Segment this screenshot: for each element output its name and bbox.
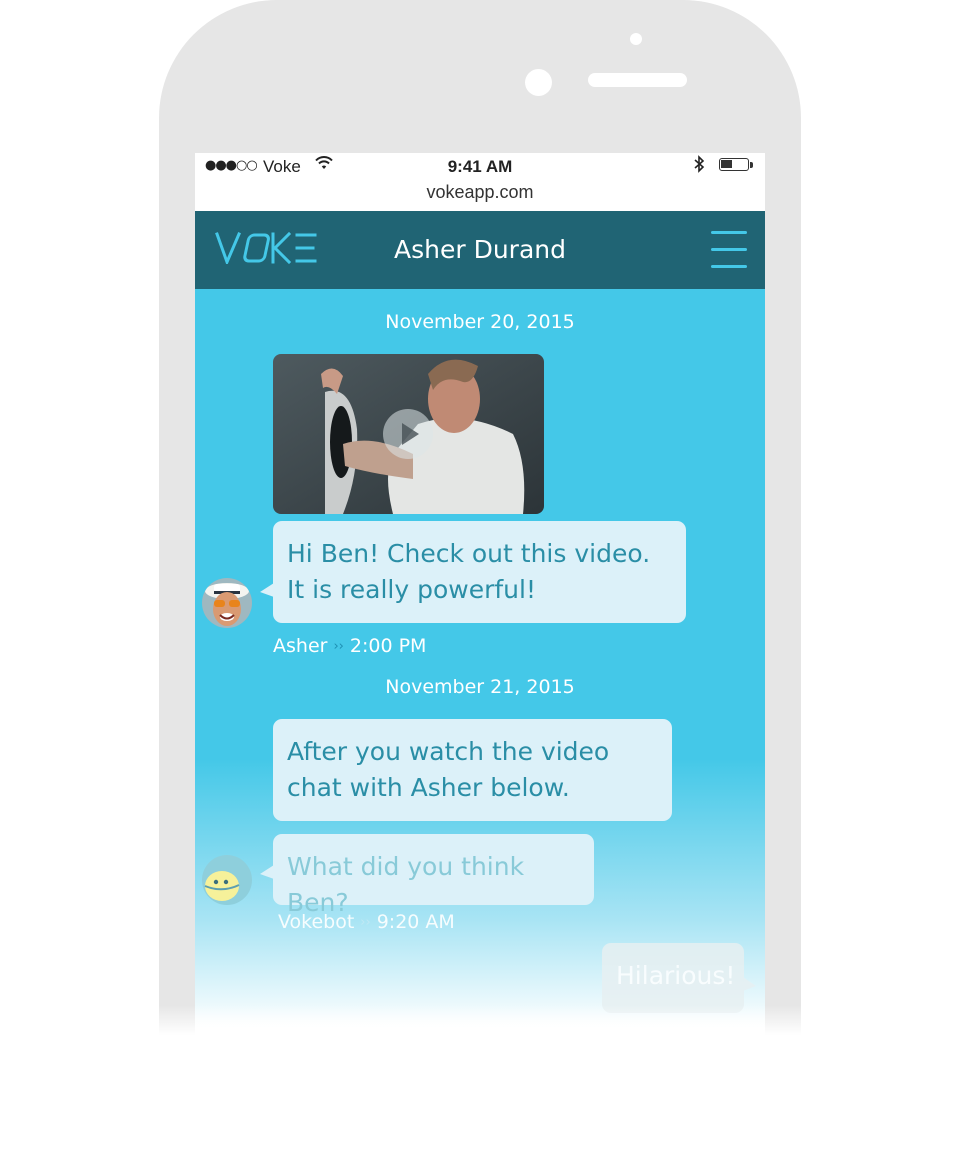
separator-icon: ›› [333, 639, 344, 654]
bluetooth-icon [693, 155, 705, 177]
asher-avatar[interactable] [202, 578, 252, 628]
message-meta-vokebot: Vokebot ›› 9:20 AM [278, 911, 455, 933]
message-bubble-asher: Hi Ben! Check out this video. It is real… [260, 521, 686, 623]
video-thumbnail[interactable] [273, 354, 544, 514]
message-bubble-vokebot-question: What did you think Ben? [260, 834, 594, 917]
message-meta-asher: Asher ›› 2:00 PM [273, 635, 426, 657]
date-divider: November 20, 2015 [385, 311, 575, 333]
message-time: 9:20 AM [376, 911, 455, 933]
message-text: After you watch the video chat with Ashe… [287, 737, 610, 802]
hamburger-menu-icon[interactable] [711, 231, 747, 269]
sender-name: Asher [273, 635, 328, 657]
conversation-title: Asher Durand [394, 235, 566, 264]
bottom-fade [0, 1005, 960, 1170]
message-bubble-ben: Hilarious! [602, 943, 756, 1013]
sender-name: Vokebot [278, 911, 355, 933]
app-header: Asher Durand [195, 211, 765, 289]
battery-tip [750, 162, 753, 168]
date-divider: November 21, 2015 [385, 676, 575, 698]
front-camera [525, 69, 552, 96]
status-time: 9:41 AM [447, 157, 513, 176]
battery-icon [719, 158, 749, 171]
vokebot-avatar[interactable] [202, 855, 252, 905]
status-bar: ●●●○○ Voke 9:41 AM vokeapp.com [195, 153, 765, 211]
message-bubble-vokebot: After you watch the video chat with Ashe… [273, 719, 672, 821]
chat-thread[interactable]: November 20, 2015 Hi Ben! Check out this… [195, 289, 765, 1053]
message-time: 2:00 PM [349, 635, 427, 657]
play-icon[interactable] [383, 409, 433, 459]
phone-screen: ●●●○○ Voke 9:41 AM vokeapp.com Asher Dur… [195, 153, 765, 1053]
message-text: Hi Ben! Check out this video. It is real… [287, 539, 651, 604]
message-text: What did you think Ben? [287, 852, 525, 917]
message-text: Hilarious! [616, 961, 736, 990]
front-sensor [630, 33, 642, 45]
earpiece-speaker [588, 73, 687, 87]
separator-icon: ›› [360, 915, 371, 930]
url-bar[interactable]: vokeapp.com [195, 182, 765, 203]
